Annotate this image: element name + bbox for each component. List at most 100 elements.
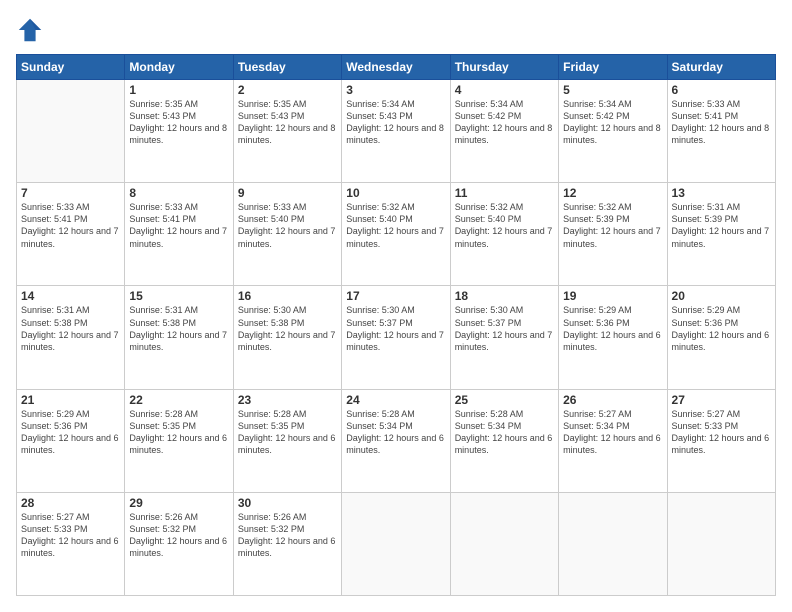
calendar-cell: 30Sunrise: 5:26 AMSunset: 5:32 PMDayligh… xyxy=(233,492,341,595)
calendar-cell: 19Sunrise: 5:29 AMSunset: 5:36 PMDayligh… xyxy=(559,286,667,389)
day-number: 21 xyxy=(21,393,120,407)
calendar-cell: 2Sunrise: 5:35 AMSunset: 5:43 PMDaylight… xyxy=(233,80,341,183)
day-number: 10 xyxy=(346,186,445,200)
calendar-cell: 21Sunrise: 5:29 AMSunset: 5:36 PMDayligh… xyxy=(17,389,125,492)
calendar-body: 1Sunrise: 5:35 AMSunset: 5:43 PMDaylight… xyxy=(17,80,776,596)
day-number: 22 xyxy=(129,393,228,407)
calendar-cell: 15Sunrise: 5:31 AMSunset: 5:38 PMDayligh… xyxy=(125,286,233,389)
calendar-cell: 27Sunrise: 5:27 AMSunset: 5:33 PMDayligh… xyxy=(667,389,775,492)
day-info: Sunrise: 5:26 AMSunset: 5:32 PMDaylight:… xyxy=(129,511,228,560)
day-info: Sunrise: 5:29 AMSunset: 5:36 PMDaylight:… xyxy=(563,304,662,353)
day-info: Sunrise: 5:31 AMSunset: 5:38 PMDaylight:… xyxy=(129,304,228,353)
calendar-cell: 11Sunrise: 5:32 AMSunset: 5:40 PMDayligh… xyxy=(450,183,558,286)
day-info: Sunrise: 5:27 AMSunset: 5:33 PMDaylight:… xyxy=(672,408,771,457)
day-number: 1 xyxy=(129,83,228,97)
page: SundayMondayTuesdayWednesdayThursdayFrid… xyxy=(0,0,792,612)
day-of-week-header: Thursday xyxy=(450,55,558,80)
calendar-week-row: 28Sunrise: 5:27 AMSunset: 5:33 PMDayligh… xyxy=(17,492,776,595)
day-number: 27 xyxy=(672,393,771,407)
day-number: 20 xyxy=(672,289,771,303)
logo xyxy=(16,16,48,44)
day-info: Sunrise: 5:28 AMSunset: 5:35 PMDaylight:… xyxy=(129,408,228,457)
calendar-cell xyxy=(17,80,125,183)
day-info: Sunrise: 5:30 AMSunset: 5:37 PMDaylight:… xyxy=(455,304,554,353)
day-of-week-header: Saturday xyxy=(667,55,775,80)
day-number: 18 xyxy=(455,289,554,303)
day-info: Sunrise: 5:27 AMSunset: 5:34 PMDaylight:… xyxy=(563,408,662,457)
calendar-cell: 17Sunrise: 5:30 AMSunset: 5:37 PMDayligh… xyxy=(342,286,450,389)
calendar-cell: 23Sunrise: 5:28 AMSunset: 5:35 PMDayligh… xyxy=(233,389,341,492)
day-of-week-header: Wednesday xyxy=(342,55,450,80)
day-number: 14 xyxy=(21,289,120,303)
day-info: Sunrise: 5:35 AMSunset: 5:43 PMDaylight:… xyxy=(238,98,337,147)
day-number: 15 xyxy=(129,289,228,303)
day-number: 13 xyxy=(672,186,771,200)
day-number: 3 xyxy=(346,83,445,97)
day-number: 17 xyxy=(346,289,445,303)
day-info: Sunrise: 5:29 AMSunset: 5:36 PMDaylight:… xyxy=(21,408,120,457)
logo-icon xyxy=(16,16,44,44)
calendar-cell: 22Sunrise: 5:28 AMSunset: 5:35 PMDayligh… xyxy=(125,389,233,492)
calendar-cell: 10Sunrise: 5:32 AMSunset: 5:40 PMDayligh… xyxy=(342,183,450,286)
calendar-cell: 24Sunrise: 5:28 AMSunset: 5:34 PMDayligh… xyxy=(342,389,450,492)
calendar-table: SundayMondayTuesdayWednesdayThursdayFrid… xyxy=(16,54,776,596)
day-number: 25 xyxy=(455,393,554,407)
calendar-week-row: 1Sunrise: 5:35 AMSunset: 5:43 PMDaylight… xyxy=(17,80,776,183)
day-of-week-header: Friday xyxy=(559,55,667,80)
calendar-cell xyxy=(450,492,558,595)
day-info: Sunrise: 5:32 AMSunset: 5:40 PMDaylight:… xyxy=(346,201,445,250)
day-of-week-header: Tuesday xyxy=(233,55,341,80)
calendar-cell xyxy=(342,492,450,595)
day-of-week-header: Sunday xyxy=(17,55,125,80)
calendar-week-row: 14Sunrise: 5:31 AMSunset: 5:38 PMDayligh… xyxy=(17,286,776,389)
day-info: Sunrise: 5:33 AMSunset: 5:41 PMDaylight:… xyxy=(21,201,120,250)
day-number: 9 xyxy=(238,186,337,200)
day-number: 28 xyxy=(21,496,120,510)
calendar-cell: 29Sunrise: 5:26 AMSunset: 5:32 PMDayligh… xyxy=(125,492,233,595)
calendar-week-row: 21Sunrise: 5:29 AMSunset: 5:36 PMDayligh… xyxy=(17,389,776,492)
calendar-cell: 26Sunrise: 5:27 AMSunset: 5:34 PMDayligh… xyxy=(559,389,667,492)
day-number: 12 xyxy=(563,186,662,200)
day-info: Sunrise: 5:35 AMSunset: 5:43 PMDaylight:… xyxy=(129,98,228,147)
day-number: 2 xyxy=(238,83,337,97)
day-info: Sunrise: 5:34 AMSunset: 5:43 PMDaylight:… xyxy=(346,98,445,147)
calendar-cell xyxy=(559,492,667,595)
calendar-cell: 18Sunrise: 5:30 AMSunset: 5:37 PMDayligh… xyxy=(450,286,558,389)
calendar-week-row: 7Sunrise: 5:33 AMSunset: 5:41 PMDaylight… xyxy=(17,183,776,286)
day-number: 11 xyxy=(455,186,554,200)
day-info: Sunrise: 5:28 AMSunset: 5:35 PMDaylight:… xyxy=(238,408,337,457)
day-info: Sunrise: 5:32 AMSunset: 5:40 PMDaylight:… xyxy=(455,201,554,250)
day-info: Sunrise: 5:33 AMSunset: 5:40 PMDaylight:… xyxy=(238,201,337,250)
header xyxy=(16,16,776,44)
calendar-cell: 9Sunrise: 5:33 AMSunset: 5:40 PMDaylight… xyxy=(233,183,341,286)
day-number: 4 xyxy=(455,83,554,97)
calendar-cell: 13Sunrise: 5:31 AMSunset: 5:39 PMDayligh… xyxy=(667,183,775,286)
day-number: 29 xyxy=(129,496,228,510)
day-info: Sunrise: 5:28 AMSunset: 5:34 PMDaylight:… xyxy=(455,408,554,457)
calendar-cell: 8Sunrise: 5:33 AMSunset: 5:41 PMDaylight… xyxy=(125,183,233,286)
day-info: Sunrise: 5:27 AMSunset: 5:33 PMDaylight:… xyxy=(21,511,120,560)
calendar-cell: 1Sunrise: 5:35 AMSunset: 5:43 PMDaylight… xyxy=(125,80,233,183)
day-info: Sunrise: 5:30 AMSunset: 5:38 PMDaylight:… xyxy=(238,304,337,353)
day-info: Sunrise: 5:33 AMSunset: 5:41 PMDaylight:… xyxy=(129,201,228,250)
calendar-cell: 20Sunrise: 5:29 AMSunset: 5:36 PMDayligh… xyxy=(667,286,775,389)
day-info: Sunrise: 5:31 AMSunset: 5:39 PMDaylight:… xyxy=(672,201,771,250)
day-number: 26 xyxy=(563,393,662,407)
day-number: 8 xyxy=(129,186,228,200)
day-info: Sunrise: 5:33 AMSunset: 5:41 PMDaylight:… xyxy=(672,98,771,147)
calendar-cell xyxy=(667,492,775,595)
day-info: Sunrise: 5:32 AMSunset: 5:39 PMDaylight:… xyxy=(563,201,662,250)
day-number: 30 xyxy=(238,496,337,510)
day-number: 24 xyxy=(346,393,445,407)
day-number: 16 xyxy=(238,289,337,303)
calendar-cell: 25Sunrise: 5:28 AMSunset: 5:34 PMDayligh… xyxy=(450,389,558,492)
calendar-cell: 4Sunrise: 5:34 AMSunset: 5:42 PMDaylight… xyxy=(450,80,558,183)
day-info: Sunrise: 5:31 AMSunset: 5:38 PMDaylight:… xyxy=(21,304,120,353)
day-info: Sunrise: 5:26 AMSunset: 5:32 PMDaylight:… xyxy=(238,511,337,560)
calendar-cell: 28Sunrise: 5:27 AMSunset: 5:33 PMDayligh… xyxy=(17,492,125,595)
day-info: Sunrise: 5:34 AMSunset: 5:42 PMDaylight:… xyxy=(455,98,554,147)
calendar-cell: 7Sunrise: 5:33 AMSunset: 5:41 PMDaylight… xyxy=(17,183,125,286)
calendar-cell: 6Sunrise: 5:33 AMSunset: 5:41 PMDaylight… xyxy=(667,80,775,183)
day-number: 7 xyxy=(21,186,120,200)
day-info: Sunrise: 5:28 AMSunset: 5:34 PMDaylight:… xyxy=(346,408,445,457)
